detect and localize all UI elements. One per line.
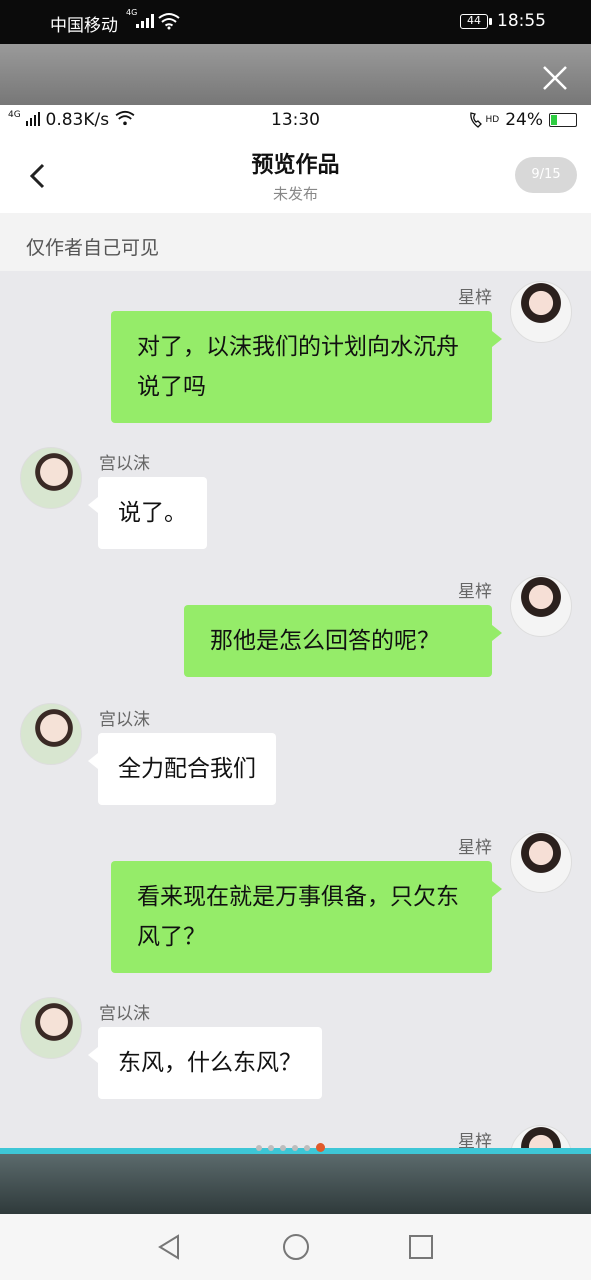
back-triangle-icon[interactable] bbox=[154, 1232, 184, 1262]
inner-battery-icon bbox=[549, 113, 577, 127]
sender-name: 宫以沫 bbox=[99, 710, 150, 730]
avatar bbox=[20, 447, 82, 509]
message-bubble[interactable]: 东风，什么东风？ bbox=[88, 1027, 322, 1099]
wifi-icon bbox=[158, 13, 180, 30]
page-subtitle: 未发布 bbox=[272, 185, 318, 203]
viewer-top-bar bbox=[0, 44, 591, 105]
avatar bbox=[510, 575, 572, 637]
close-icon[interactable] bbox=[541, 64, 569, 92]
sender-name: 星梓 bbox=[458, 288, 492, 308]
page-dot[interactable] bbox=[292, 1144, 298, 1151]
inner-status-right: HD 24% bbox=[468, 110, 577, 130]
signal-icon bbox=[136, 14, 154, 28]
sender-name: 星梓 bbox=[458, 838, 492, 858]
preview-screenshot: 4G 0.83K/s 13:30 HD 24% 预览作品 未发布 9/15 仅作… bbox=[0, 105, 591, 1148]
carrier-label: 中国移动 bbox=[50, 16, 118, 36]
status-time: 18:55 bbox=[497, 11, 546, 31]
outer-status-bar: 中国移动 4G 44 18:55 bbox=[0, 0, 591, 44]
system-nav-bar bbox=[0, 1214, 591, 1280]
page-dot[interactable] bbox=[304, 1144, 310, 1151]
recents-square-icon[interactable] bbox=[406, 1232, 436, 1262]
app-header: 预览作品 未发布 9/15 bbox=[0, 135, 591, 213]
hd-call-icon bbox=[469, 112, 482, 128]
page-counter-badge: 9/15 bbox=[515, 157, 577, 193]
battery-tip bbox=[489, 18, 492, 25]
avatar bbox=[510, 831, 572, 893]
page-dot[interactable] bbox=[256, 1144, 262, 1151]
sender-name: 星梓 bbox=[458, 1132, 492, 1148]
inner-battery-percent: 24% bbox=[505, 110, 543, 130]
avatar bbox=[510, 281, 572, 343]
page-indicator bbox=[256, 1143, 325, 1152]
visibility-notice: 仅作者自己可见 bbox=[0, 213, 591, 271]
chat-area: 星梓 对了，以沫我们的计划向水沉舟说了吗 宫以沫 说了。 星梓 那他是怎么回答的… bbox=[0, 271, 591, 1148]
viewer-bottom-bar bbox=[0, 1148, 591, 1214]
message-bubble[interactable]: 看来现在就是万事俱备，只欠东风了？ bbox=[111, 861, 502, 973]
page-dot[interactable] bbox=[280, 1144, 286, 1151]
inner-status-bar: 4G 0.83K/s 13:30 HD 24% bbox=[0, 105, 591, 135]
home-circle-icon[interactable] bbox=[281, 1232, 311, 1262]
message-bubble[interactable]: 对了，以沫我们的计划向水沉舟说了吗 bbox=[111, 311, 502, 423]
message-bubble[interactable]: 说了。 bbox=[88, 477, 207, 549]
screen: 中国移动 4G 44 18:55 4G 0.83K/s 13:30 HD 24%… bbox=[0, 0, 591, 1280]
avatar bbox=[510, 1125, 572, 1148]
avatar bbox=[20, 997, 82, 1059]
message-bubble[interactable]: 全力配合我们 bbox=[88, 733, 276, 805]
sender-name: 星梓 bbox=[458, 582, 492, 602]
message-bubble[interactable]: 那他是怎么回答的呢？ bbox=[184, 605, 502, 677]
battery-icon: 44 bbox=[460, 14, 488, 29]
battery-level: 44 bbox=[467, 14, 481, 27]
page-title: 预览作品 bbox=[251, 153, 340, 178]
hd-label: HD bbox=[485, 115, 500, 125]
sender-name: 宫以沫 bbox=[99, 1004, 150, 1024]
sender-name: 宫以沫 bbox=[99, 454, 150, 474]
avatar bbox=[20, 703, 82, 765]
page-dot[interactable] bbox=[268, 1144, 274, 1151]
page-dot-active[interactable] bbox=[316, 1143, 325, 1152]
